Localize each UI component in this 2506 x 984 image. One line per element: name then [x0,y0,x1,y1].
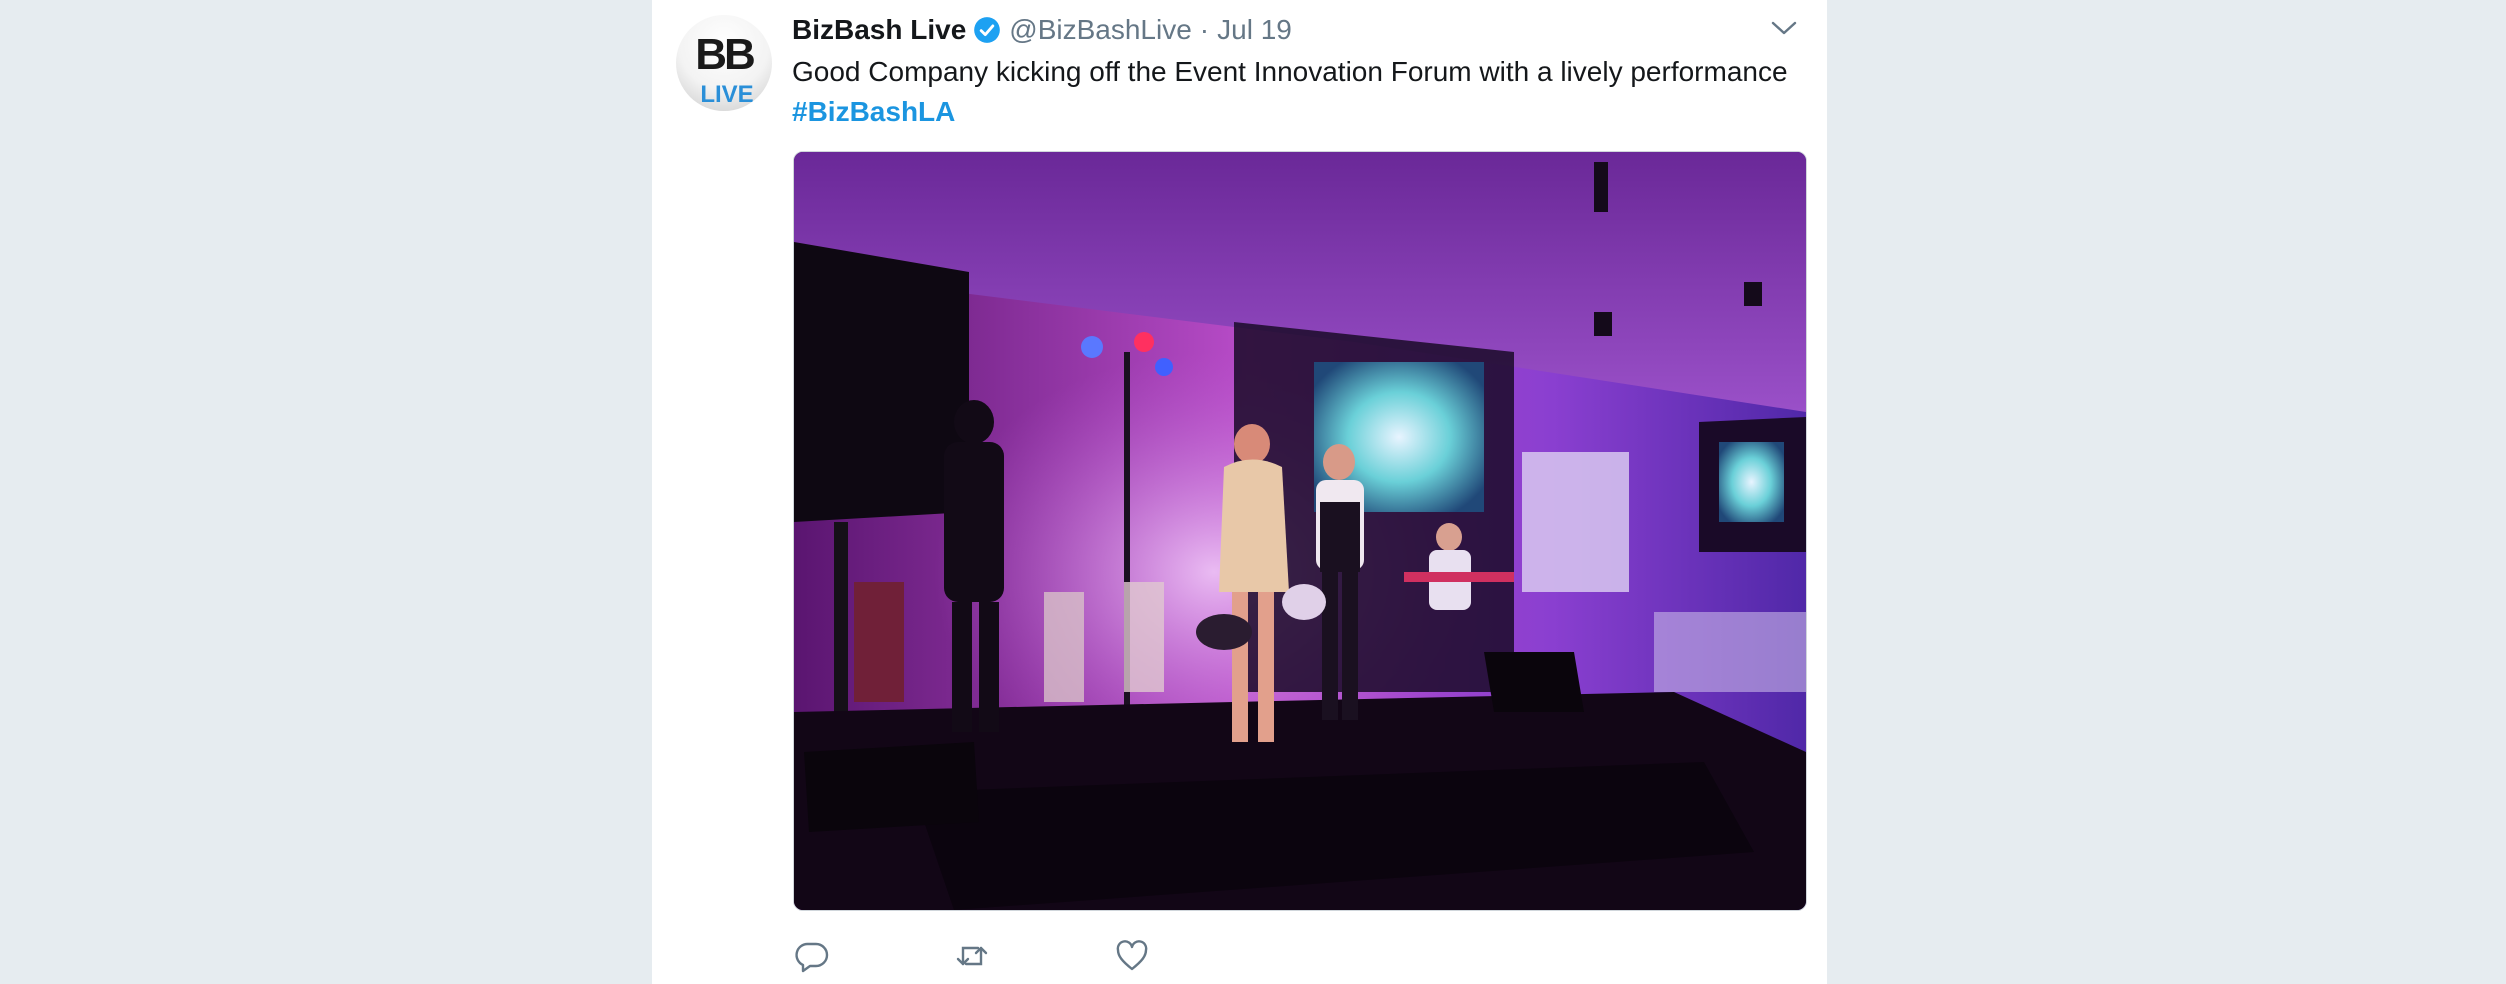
tweet-text: Good Company kicking off the Event Innov… [792,52,1802,132]
tweet-body: Good Company kicking off the Event Innov… [792,56,1788,87]
tweet-actions [794,936,1274,976]
tweet-header: BizBash Live @BizBashLive · Jul 19 [792,10,1292,50]
tweet-media-photo[interactable] [793,151,1807,911]
page: BB LIVE BizBash Live @BizBashLive · Jul … [0,0,2506,984]
tweet-date[interactable]: Jul 19 [1217,14,1292,46]
verified-badge-icon [973,16,1001,44]
retweet-icon[interactable] [954,938,990,974]
author-name[interactable]: BizBash Live [792,14,966,46]
avatar-logo-subtext: LIVE [700,81,753,108]
avatar-logo-text: BB [695,30,754,79]
separator-dot: · [1199,14,1210,45]
hashtag-link[interactable]: #BizBashLA [792,92,1802,132]
avatar[interactable]: BB LIVE [676,15,772,111]
tweet-card[interactable]: BB LIVE BizBash Live @BizBashLive · Jul … [652,0,1827,984]
reply-icon[interactable] [794,938,830,974]
author-handle[interactable]: @BizBashLive [1009,14,1192,46]
chevron-down-icon[interactable] [1769,16,1799,40]
heart-icon[interactable] [1114,938,1150,974]
